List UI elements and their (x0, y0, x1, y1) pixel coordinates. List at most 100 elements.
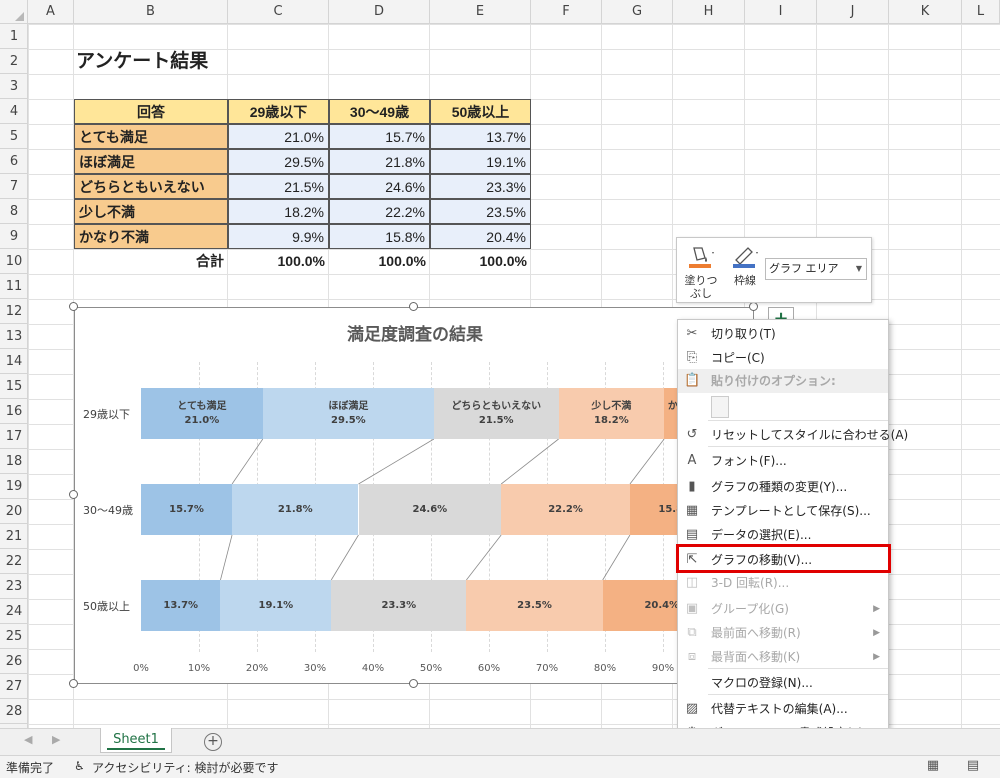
total-label[interactable]: 合計 (74, 249, 228, 274)
stacked-bar-chart[interactable]: 満足度調査の結果 29歳以下 30～49歳 50歳以上 とても満足 21.0% ほぼ満足 2… (74, 307, 754, 684)
table-row-label[interactable]: 少し不満 (74, 199, 228, 224)
column-header-k[interactable]: K (889, 0, 962, 24)
page-layout-view-icon[interactable]: ▤ (962, 758, 984, 776)
tab-sheet1[interactable]: Sheet1 (100, 728, 172, 753)
bar-segment[interactable]: 15.7% (141, 484, 233, 535)
resize-handle[interactable] (749, 302, 758, 311)
table-row-label[interactable]: かなり不満 (74, 224, 228, 249)
row-header-20[interactable]: 20 (0, 499, 28, 524)
row-header-19[interactable]: 19 (0, 474, 28, 499)
row-header-23[interactable]: 23 (0, 574, 28, 599)
table-cell[interactable]: 19.1% (430, 149, 531, 174)
row-header-8[interactable]: 8 (0, 199, 28, 224)
column-header-i[interactable]: I (745, 0, 817, 24)
total-cell[interactable]: 100.0% (430, 249, 531, 274)
total-cell[interactable]: 100.0% (329, 249, 430, 274)
row-header-26[interactable]: 26 (0, 649, 28, 674)
category-label[interactable]: 50歳以上 (83, 598, 130, 614)
column-header-h[interactable]: H (673, 0, 745, 24)
chart-element-select[interactable]: グラフ エリア ▼ (765, 258, 867, 280)
bar-segment[interactable]: どちらともいえない 21.5% (433, 388, 559, 439)
table-cell[interactable]: 15.8% (329, 224, 430, 249)
table-cell[interactable]: 23.3% (430, 174, 531, 199)
accessibility-icon[interactable]: ♿ (74, 759, 85, 773)
row-header-25[interactable]: 25 (0, 624, 28, 649)
table-cell[interactable]: 21.5% (228, 174, 329, 199)
table-cell[interactable]: 29.5% (228, 149, 329, 174)
table-row-label[interactable]: とても満足 (74, 124, 228, 149)
resize-handle[interactable] (69, 490, 78, 499)
column-header-g[interactable]: G (602, 0, 673, 24)
table-cell[interactable]: 23.5% (430, 199, 531, 224)
resize-handle[interactable] (409, 679, 418, 688)
row-header-17[interactable]: 17 (0, 424, 28, 449)
bar-segment[interactable]: 22.2% (501, 484, 630, 535)
column-header-c[interactable]: C (228, 0, 329, 24)
resize-handle[interactable] (409, 302, 418, 311)
table-header-cell[interactable]: 50歳以上 (430, 99, 531, 124)
column-header-l[interactable]: L (962, 0, 1000, 24)
accessibility-status[interactable]: アクセシビリティ: 検討が必要です (92, 759, 279, 776)
row-header-15[interactable]: 15 (0, 374, 28, 399)
row-header-10[interactable]: 10 (0, 249, 28, 274)
row-header-28[interactable]: 28 (0, 699, 28, 724)
row-header-14[interactable]: 14 (0, 349, 28, 374)
menu-item-chart-type[interactable]: ▮ グラフの種類の変更(Y)... (678, 475, 888, 499)
menu-item-alt-text[interactable]: ▨ 代替テキストの編集(A)... (678, 697, 888, 721)
table-row-label[interactable]: ほぼ満足 (74, 149, 228, 174)
column-header-a[interactable]: A (28, 0, 74, 24)
bar-segment[interactable]: 19.1% (220, 580, 332, 631)
menu-item-reset-style[interactable]: ↺ リセットしてスタイルに合わせる(A) (678, 423, 909, 447)
row-header-11[interactable]: 11 (0, 274, 28, 299)
tab-scroll-left-icon[interactable]: ◀ (24, 733, 32, 746)
bar-segment[interactable]: 少し不満 18.2% (558, 388, 665, 439)
table-cell[interactable]: 21.8% (329, 149, 430, 174)
add-sheet-button[interactable]: + (204, 733, 222, 751)
select-all-corner[interactable] (0, 0, 28, 24)
column-header-j[interactable]: J (817, 0, 889, 24)
sheet-title[interactable]: アンケート結果 (76, 49, 276, 74)
table-row-label[interactable]: どちらともいえない (74, 174, 228, 199)
row-header-2[interactable]: 2 (0, 49, 28, 74)
column-header-b[interactable]: B (74, 0, 228, 24)
bar-segment[interactable]: 23.3% (331, 580, 467, 631)
row-header-6[interactable]: 6 (0, 149, 28, 174)
table-cell[interactable]: 20.4% (430, 224, 531, 249)
table-cell[interactable]: 9.9% (228, 224, 329, 249)
bar-segment[interactable]: 13.7% (141, 580, 221, 631)
bar-segment[interactable]: ほぼ満足 29.5% (262, 388, 434, 439)
table-cell[interactable]: 24.6% (329, 174, 430, 199)
table-header-cell[interactable]: 回答 (74, 99, 228, 124)
column-header-e[interactable]: E (430, 0, 531, 24)
row-header-4[interactable]: 4 (0, 99, 28, 124)
table-cell[interactable]: 22.2% (329, 199, 430, 224)
row-header-12[interactable]: 12 (0, 299, 28, 324)
tab-scroll-right-icon[interactable]: ▶ (52, 733, 60, 746)
row-header-22[interactable]: 22 (0, 549, 28, 574)
bar-segment[interactable]: 23.5% (466, 580, 603, 631)
menu-item-macro[interactable]: マクロの登録(N)... (678, 671, 888, 695)
column-header-f[interactable]: F (531, 0, 602, 24)
category-label[interactable]: 30～49歳 (83, 502, 133, 518)
table-cell[interactable]: 13.7% (430, 124, 531, 149)
outline-button[interactable]: 枠線 (727, 244, 763, 300)
row-header-9[interactable]: 9 (0, 224, 28, 249)
total-cell[interactable]: 100.0% (228, 249, 329, 274)
bar-segment[interactable]: とても満足 21.0% (141, 388, 263, 439)
resize-handle[interactable] (69, 679, 78, 688)
fill-button[interactable]: 塗りつぶし (683, 244, 719, 300)
row-header-24[interactable]: 24 (0, 599, 28, 624)
row-header-13[interactable]: 13 (0, 324, 28, 349)
row-header-18[interactable]: 18 (0, 449, 28, 474)
row-header-3[interactable]: 3 (0, 74, 28, 99)
row-header-7[interactable]: 7 (0, 174, 28, 199)
menu-item-font[interactable]: A フォント(F)... (678, 449, 888, 473)
menu-item-copy[interactable]: ⎘ コピー(C) (678, 346, 888, 370)
table-cell[interactable]: 21.0% (228, 124, 329, 149)
column-header-d[interactable]: D (329, 0, 430, 24)
row-header-5[interactable]: 5 (0, 124, 28, 149)
row-header-21[interactable]: 21 (0, 524, 28, 549)
category-label[interactable]: 29歳以下 (83, 406, 130, 422)
menu-item-scissors[interactable]: ✂ 切り取り(T) (678, 322, 888, 346)
menu-item-template[interactable]: ▦ テンプレートとして保存(S)... (678, 499, 888, 523)
